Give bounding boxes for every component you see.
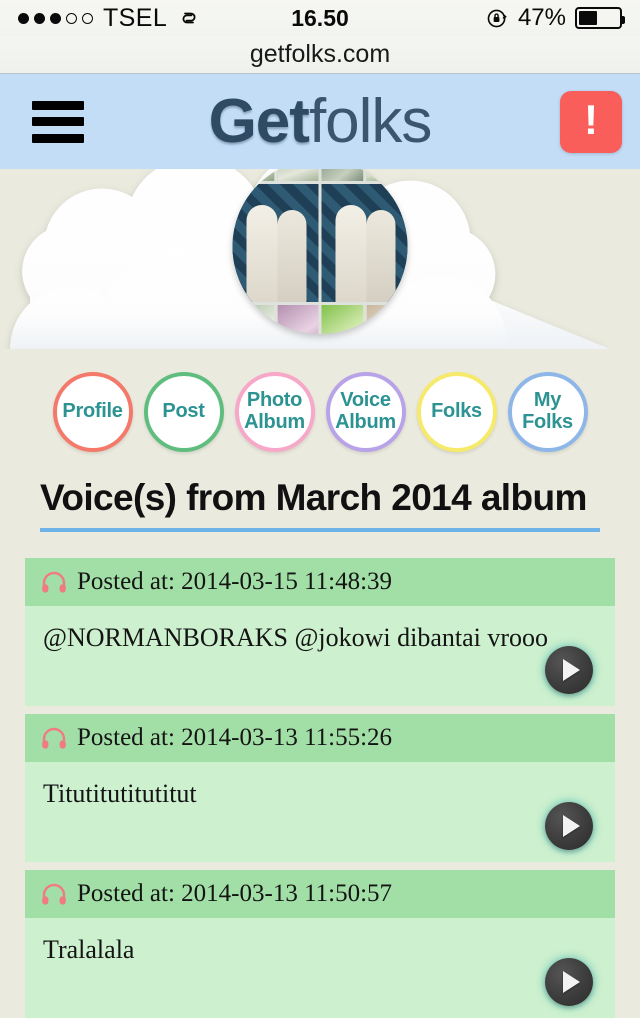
nav-circle-profile[interactable]: Profile bbox=[52, 372, 133, 452]
collage-photo bbox=[321, 305, 363, 334]
status-bar: TSEL 16.50 47% bbox=[0, 0, 640, 36]
nav-circle-photo-album[interactable]: Photo Album bbox=[234, 372, 315, 452]
signal-dot bbox=[82, 12, 93, 24]
signal-dot bbox=[50, 12, 61, 24]
alert-button[interactable]: ! bbox=[560, 90, 622, 153]
status-bar-left: TSEL bbox=[18, 4, 201, 33]
profile-photo-collage bbox=[232, 169, 408, 334]
collage-photo bbox=[232, 169, 274, 181]
collage-photo bbox=[277, 169, 319, 181]
play-button[interactable] bbox=[545, 802, 593, 850]
profile-cloud-banner bbox=[0, 169, 640, 349]
collage-photo bbox=[277, 305, 319, 334]
play-triangle-icon bbox=[563, 971, 580, 993]
voice-card-timestamp: Posted at: 2014-03-13 11:55:26 bbox=[77, 724, 393, 751]
signal-strength-dots bbox=[18, 12, 93, 24]
voice-card-message: Titutitutitutitut bbox=[43, 779, 197, 808]
collage-photo bbox=[366, 169, 408, 181]
browser-url-bar[interactable]: getfolks.com bbox=[0, 36, 640, 74]
url-text: getfolks.com bbox=[249, 40, 391, 68]
play-triangle-icon bbox=[563, 659, 580, 681]
voice-card-timestamp: Posted at: 2014-03-13 11:50:57 bbox=[77, 880, 393, 907]
voice-card-body: Titutitutitutitut bbox=[25, 762, 615, 862]
battery-percentage: 47% bbox=[517, 4, 566, 31]
play-triangle-icon bbox=[563, 815, 580, 837]
profile-nav-circles: Profile Post Photo Album Voice Album Folks My Fo… bbox=[0, 349, 640, 459]
site-logo: Getfolks bbox=[0, 90, 640, 153]
link-sync-icon bbox=[177, 6, 201, 30]
voice-card-header: Posted at: 2014-03-13 11:50:57 bbox=[25, 870, 615, 918]
headphone-icon bbox=[41, 571, 67, 593]
play-button[interactable] bbox=[545, 958, 593, 1006]
avatar[interactable] bbox=[232, 169, 408, 334]
headphone-icon bbox=[41, 883, 67, 905]
voice-card-message: Tralalala bbox=[43, 935, 135, 964]
voice-card-header: Posted at: 2014-03-13 11:55:26 bbox=[25, 714, 615, 762]
logo-folks-text: folks bbox=[308, 86, 432, 156]
nav-circle-label: Photo Album bbox=[244, 389, 305, 433]
logo-get-text: Get bbox=[208, 86, 310, 156]
collage-photo-main bbox=[321, 184, 408, 302]
signal-dot bbox=[34, 12, 45, 24]
app-header: Getfolks ! bbox=[0, 74, 640, 169]
nav-circle-label: Post bbox=[162, 400, 205, 423]
voice-card: Posted at: 2014-03-15 11:48:39 @NORMANBOR… bbox=[25, 558, 615, 706]
voice-card-message: @NORMANBORAKS @jokowi dibantai vrooo bbox=[43, 623, 549, 652]
battery-fill bbox=[579, 11, 598, 25]
page-title: Voice(s) from March 2014 album bbox=[40, 477, 600, 532]
collage-photo bbox=[232, 305, 274, 334]
voice-card-body: @NORMANBORAKS @jokowi dibantai vrooo bbox=[25, 606, 615, 706]
voice-card-body: Tralalala bbox=[25, 918, 615, 1018]
voice-card: Posted at: 2014-03-13 11:55:26 Titutituti… bbox=[25, 714, 615, 862]
play-button[interactable] bbox=[545, 646, 593, 694]
collage-photo-main bbox=[232, 184, 319, 302]
alert-exclamation-icon: ! bbox=[584, 96, 598, 143]
voice-card-timestamp: Posted at: 2014-03-15 11:48:39 bbox=[77, 568, 393, 595]
hamburger-menu-icon[interactable] bbox=[32, 100, 84, 143]
voice-card-header: Posted at: 2014-03-15 11:48:39 bbox=[25, 558, 615, 606]
nav-circle-label: Profile bbox=[62, 400, 123, 423]
battery-icon bbox=[575, 7, 625, 29]
voice-card: Posted at: 2014-03-13 11:50:57 Tralalala bbox=[25, 870, 615, 1018]
collage-photo bbox=[366, 305, 408, 334]
signal-dot bbox=[66, 12, 77, 24]
headphone-icon bbox=[41, 727, 67, 749]
voice-list: Posted at: 2014-03-15 11:48:39 @NORMANBOR… bbox=[25, 558, 615, 1018]
status-bar-right: 47% bbox=[486, 4, 625, 32]
signal-dot bbox=[18, 12, 29, 24]
nav-circle-my-folks[interactable]: My Folks bbox=[507, 372, 588, 452]
carrier-name: TSEL bbox=[103, 3, 168, 32]
rotation-lock-icon bbox=[486, 7, 509, 30]
nav-circle-post[interactable]: Post bbox=[143, 372, 224, 452]
collage-photo bbox=[321, 169, 363, 181]
nav-circle-folks[interactable]: Folks bbox=[416, 372, 497, 452]
nav-circle-label: My Folks bbox=[522, 389, 573, 433]
nav-circle-label: Voice Album bbox=[335, 389, 396, 433]
nav-circle-voice-album[interactable]: Voice Album bbox=[325, 372, 406, 452]
nav-circle-label: Folks bbox=[431, 400, 482, 423]
